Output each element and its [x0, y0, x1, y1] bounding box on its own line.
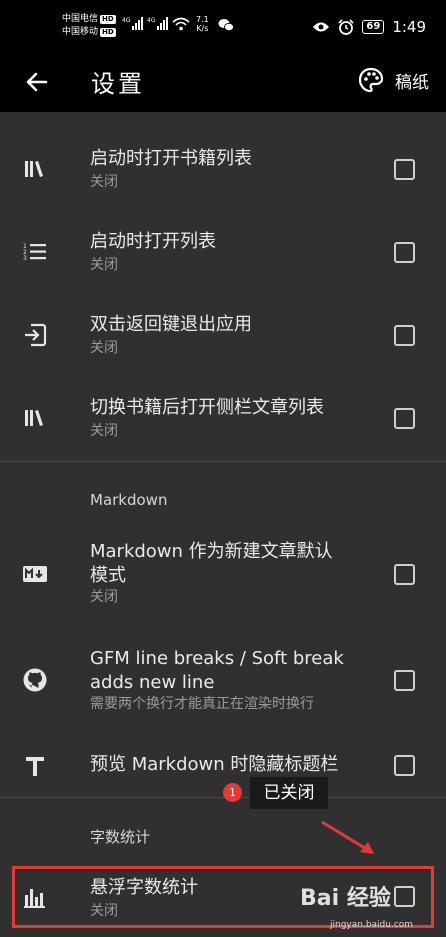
divider — [0, 461, 446, 462]
checkbox[interactable] — [394, 755, 415, 776]
annotation-badge: 1 — [223, 783, 242, 802]
signal-icon: 4G — [147, 17, 168, 30]
setting-open-list-on-start[interactable]: 1 2 3 启动时打开列表 关闭 — [0, 213, 446, 293]
setting-title-line1: Markdown 作为新建文章默认 — [90, 541, 333, 562]
palette-icon[interactable] — [358, 67, 384, 93]
books-icon — [25, 410, 43, 426]
page-title: 设置 — [91, 70, 145, 98]
exit-icon — [25, 323, 47, 347]
setting-title-line2: 模式 — [90, 565, 126, 586]
setting-subtitle: 需要两个换行才能真正在渲染时换行 — [90, 696, 314, 712]
speed-unit: K/s — [196, 24, 209, 33]
checkbox[interactable] — [394, 159, 415, 180]
clock: 1:49 — [392, 18, 426, 36]
setting-double-back-exit[interactable]: 双击返回键退出应用 关闭 — [0, 296, 446, 376]
checkbox[interactable] — [394, 670, 415, 691]
status-bar: 中国电信 HD 中国移动 HD 4G 4G 7.1 K/s 69 1:49 — [0, 0, 446, 52]
hd-badge: HD — [100, 28, 116, 37]
checkbox[interactable] — [394, 242, 415, 263]
svg-text:4G: 4G — [147, 17, 156, 24]
section-header-wordcount: 字数统计 — [90, 828, 151, 846]
svg-text:4G: 4G — [122, 17, 131, 24]
hd-badge: HD — [100, 15, 116, 24]
wifi-icon — [172, 17, 190, 31]
setting-title: 启动时打开书籍列表 — [90, 148, 252, 169]
wechat-icon — [218, 19, 234, 32]
setting-title: 预览 Markdown 时隐藏标题栏 — [90, 754, 339, 775]
setting-subtitle: 关闭 — [90, 174, 118, 190]
theme-label[interactable]: 稿纸 — [395, 68, 429, 93]
github-icon — [23, 668, 47, 692]
text-t-icon — [26, 757, 44, 776]
back-arrow-icon[interactable] — [24, 69, 50, 95]
setting-markdown-default[interactable]: Markdown 作为新建文章默认 模式 关闭 — [0, 530, 446, 618]
setting-gfm-line-breaks[interactable]: GFM line breaks / Soft break adds new li… — [0, 637, 446, 725]
annotation-arrow-icon — [321, 820, 374, 854]
setting-subtitle: 关闭 — [90, 340, 118, 356]
checkbox[interactable] — [394, 564, 415, 585]
setting-hide-title-bar-preview[interactable]: 预览 Markdown 时隐藏标题栏 — [0, 740, 446, 792]
toast-message: 已关闭 — [250, 777, 328, 809]
setting-open-booklist-on-start[interactable]: 启动时打开书籍列表 关闭 — [0, 130, 446, 210]
app-bar: 设置 稿纸 — [0, 52, 446, 112]
checkbox[interactable] — [394, 408, 415, 429]
status-right: 69 1:49 — [312, 18, 426, 36]
watermark: Bai 经验 — [300, 886, 391, 911]
carrier-info: 中国电信 HD 中国移动 HD — [62, 13, 116, 39]
setting-subtitle: 关闭 — [90, 589, 118, 605]
watermark-url: jingyan.baidu.com — [330, 920, 414, 930]
divider — [0, 797, 446, 798]
checkbox[interactable] — [394, 325, 415, 346]
carrier-2: 中国移动 — [62, 27, 99, 37]
alarm-icon — [338, 19, 354, 35]
carrier-1: 中国电信 — [62, 14, 99, 24]
speed-value: 7.1 — [196, 15, 209, 24]
battery-indicator: 69 — [362, 20, 385, 34]
setting-title: 切换书籍后打开侧栏文章列表 — [90, 397, 324, 418]
setting-open-sidebar-after-switch[interactable]: 切换书籍后打开侧栏文章列表 关闭 — [0, 379, 446, 459]
eye-icon — [313, 22, 330, 32]
setting-title-line2: adds new line — [90, 672, 215, 693]
section-header-markdown: Markdown — [90, 491, 168, 509]
setting-title-line1: GFM line breaks / Soft break — [90, 648, 344, 669]
setting-subtitle: 关闭 — [90, 423, 118, 439]
setting-subtitle: 关闭 — [90, 257, 118, 273]
books-icon — [25, 161, 43, 177]
setting-title: 双击返回键退出应用 — [90, 314, 252, 335]
markdown-icon — [23, 566, 47, 582]
signal-icon: 4G — [122, 17, 143, 30]
setting-title: 启动时打开列表 — [90, 231, 216, 252]
net-speed: 7.1 K/s — [196, 15, 209, 33]
numbered-list-icon: 1 2 3 — [23, 243, 46, 262]
svg-text:3: 3 — [23, 255, 27, 262]
